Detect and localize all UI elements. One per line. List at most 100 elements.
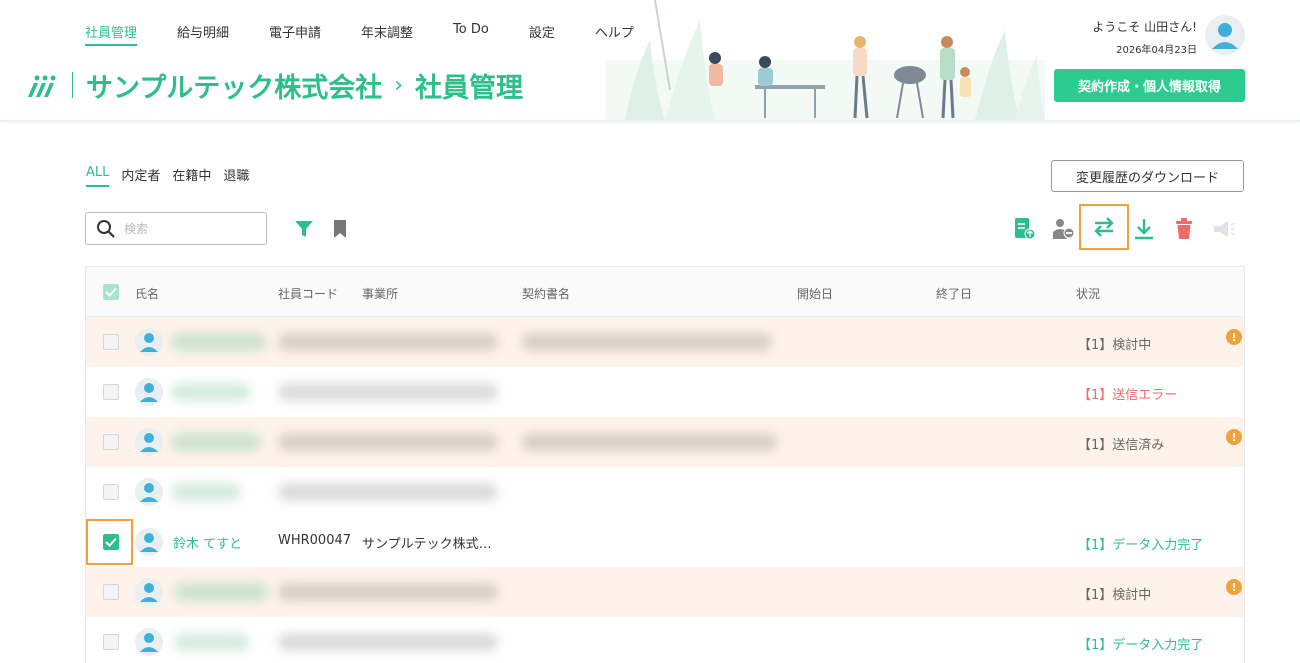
header-contract[interactable]: 契約書名 (522, 285, 570, 302)
user-icon (140, 583, 158, 602)
filter-icon[interactable] (294, 219, 314, 239)
company-name: サンプルテック株式会社 (86, 73, 383, 104)
announce-button[interactable] (1211, 216, 1237, 242)
tab-active[interactable]: 在籍中 (172, 165, 211, 187)
redacted-code-office (278, 633, 498, 651)
table-row[interactable]: 【1】検討中 ! (86, 567, 1244, 617)
status-text: 【1】データ入力完了 (1078, 638, 1204, 653)
header-name[interactable]: 氏名 (135, 285, 159, 302)
table-row[interactable]: 【1】データ入力完了 (86, 617, 1244, 663)
breadcrumb-separator: › (394, 73, 404, 98)
tab-all[interactable]: ALL (86, 165, 110, 187)
header-office[interactable]: 事業所 (362, 285, 398, 302)
avatar (135, 378, 163, 406)
page-title: サンプルテック株式会社 › 社員管理 (86, 66, 523, 105)
nav-year-end-adjustment[interactable]: 年末調整 (361, 22, 413, 46)
redacted-name (171, 433, 261, 451)
row-checkbox[interactable] (103, 634, 119, 650)
header-end-date[interactable]: 終了日 (936, 285, 972, 302)
search-input[interactable] (124, 221, 254, 236)
tab-offered[interactable]: 内定者 (121, 165, 160, 187)
redacted-name (171, 483, 241, 501)
tab-retired[interactable]: 退職 (223, 165, 249, 187)
header-illustration (605, 0, 1045, 120)
warning-icon[interactable]: ! (1226, 579, 1242, 595)
document-upload-button[interactable] (1011, 216, 1037, 242)
redacted-name (174, 583, 269, 601)
status-text: 【1】検討中 (1078, 338, 1152, 353)
warning-icon[interactable]: ! (1226, 429, 1242, 445)
logo-divider (72, 72, 73, 98)
nav-settings[interactable]: 設定 (529, 22, 555, 46)
swap-arrows-icon (1094, 217, 1114, 237)
redacted-code-office (278, 383, 498, 401)
warning-icon[interactable]: ! (1226, 329, 1242, 345)
table-row[interactable] (86, 467, 1244, 517)
status-text: 【1】送信済み (1078, 438, 1165, 453)
redacted-name (174, 633, 249, 651)
current-date: 2026年04月23日 (1116, 45, 1197, 56)
status-text: 【1】送信エラー (1078, 388, 1178, 403)
table-header: 氏名 社員コード 事業所 契約書名 開始日 終了日 状況 (86, 267, 1244, 317)
row-checkbox[interactable] (103, 584, 119, 600)
avatar (135, 628, 163, 656)
user-icon (140, 383, 158, 402)
row-checkbox[interactable] (103, 484, 119, 500)
select-all-checkbox[interactable] (103, 284, 119, 300)
user-icon (140, 433, 158, 452)
redacted-code-office (278, 583, 498, 601)
create-contract-button[interactable]: 契約作成・個人情報取得 (1054, 69, 1245, 102)
table-row[interactable]: 【1】送信済み ! (86, 417, 1244, 467)
company-logo[interactable] (26, 73, 58, 99)
header-code[interactable]: 社員コード (278, 285, 338, 302)
row-checkbox[interactable] (103, 534, 119, 550)
nav-e-application[interactable]: 電子申請 (269, 22, 321, 46)
status-text: 【1】データ入力完了 (1078, 538, 1204, 553)
document-upload-icon (1015, 218, 1035, 240)
search-box (85, 212, 267, 245)
redacted-code-office (278, 333, 498, 351)
user-icon (140, 633, 158, 652)
employee-office: サンプルテック株式… (362, 537, 492, 552)
header-status[interactable]: 状況 (1076, 285, 1100, 302)
user-icon (140, 333, 158, 352)
row-checkbox[interactable] (103, 334, 119, 350)
user-avatar[interactable] (1205, 15, 1245, 55)
table-row[interactable]: 【1】検討中 ! (86, 317, 1244, 367)
redacted-contract (522, 433, 777, 451)
redacted-name (171, 333, 266, 351)
row-checkbox[interactable] (103, 384, 119, 400)
status-text: 【1】検討中 (1078, 588, 1152, 603)
header-start-date[interactable]: 開始日 (797, 285, 833, 302)
megaphone-icon (1214, 221, 1236, 237)
check-icon (105, 537, 117, 547)
app-header: 社員管理 給与明細 電子申請 年末調整 To Do 設定 ヘルプ サンプルテック… (0, 0, 1300, 122)
redacted-name (171, 383, 251, 401)
status-tabs: ALL 内定者 在籍中 退職 (86, 165, 261, 187)
download-button[interactable] (1131, 216, 1157, 242)
employee-code: WHR00047 (278, 533, 352, 548)
bookmark-icon[interactable] (332, 219, 348, 239)
redacted-code-office (278, 433, 498, 451)
avatar (135, 328, 163, 356)
search-icon (97, 219, 115, 238)
user-icon (1212, 23, 1238, 49)
welcome-block: ようこそ 山田さん! 2026年04月23日 (1092, 18, 1197, 56)
nav-payslip[interactable]: 給与明細 (177, 22, 229, 46)
nav-employee-management[interactable]: 社員管理 (85, 22, 138, 46)
employee-table: 氏名 社員コード 事業所 契約書名 開始日 終了日 状況 【1】検討中 ! 【1… (85, 266, 1245, 663)
avatar (135, 478, 163, 506)
row-checkbox[interactable] (103, 434, 119, 450)
delete-button[interactable] (1171, 216, 1197, 242)
nav-todo[interactable]: To Do (453, 22, 489, 46)
employee-name-link[interactable]: 鈴木 てすと (173, 533, 242, 552)
trash-icon (1176, 218, 1192, 239)
page-name: 社員管理 (415, 73, 524, 104)
user-icon (140, 533, 158, 552)
table-row-selected[interactable]: 鈴木 てすと WHR00047 サンプルテック株式… 【1】データ入力完了 (86, 517, 1244, 567)
download-icon (1135, 219, 1153, 240)
user-remove-button[interactable] (1051, 216, 1077, 242)
download-history-button[interactable]: 変更履歴のダウンロード (1051, 160, 1244, 192)
table-row[interactable]: 【1】送信エラー (86, 367, 1244, 417)
swap-button[interactable] (1079, 204, 1129, 250)
